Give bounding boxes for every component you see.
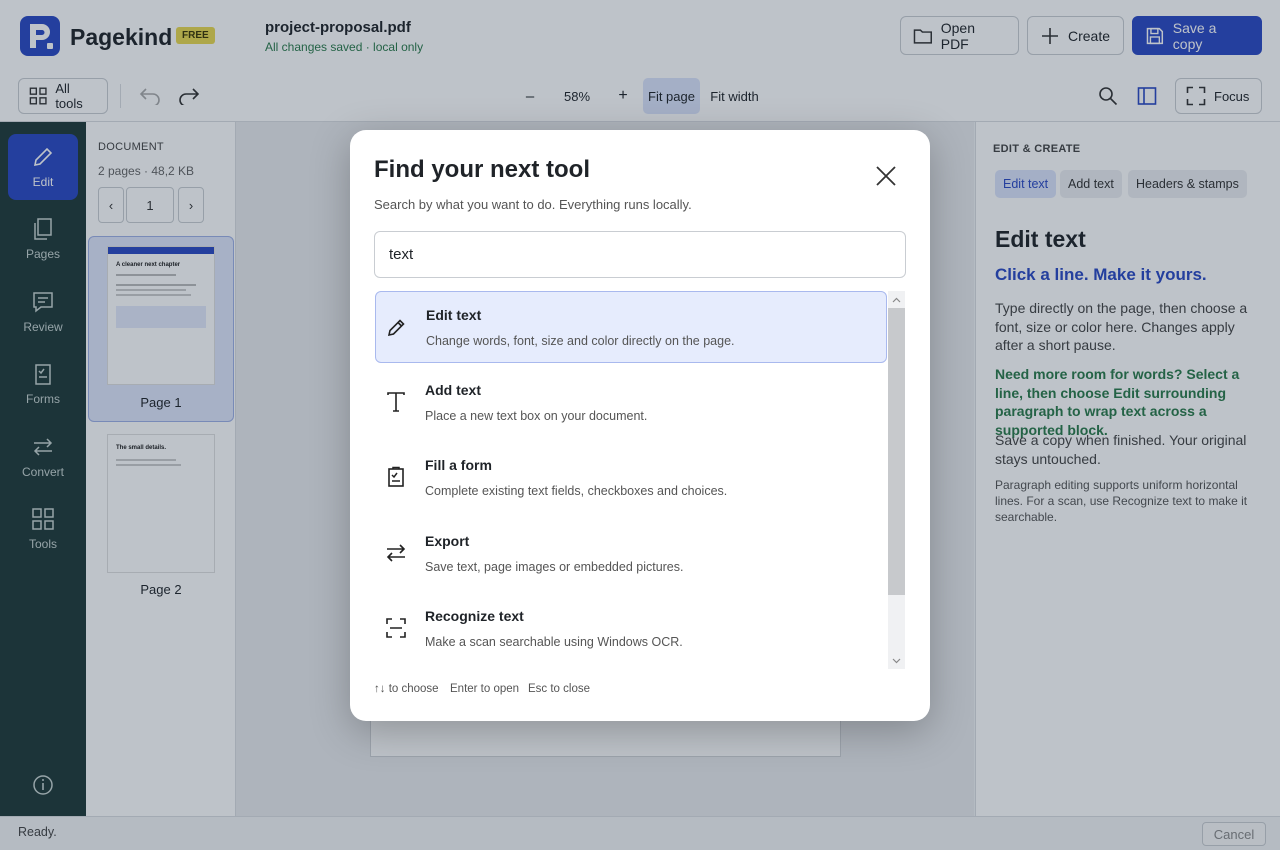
result-description: Complete existing text fields, checkboxe… xyxy=(425,484,728,498)
keyboard-hint-choose: ↑↓ to choose xyxy=(374,683,439,695)
dialog-subtitle: Search by what you want to do. Everythin… xyxy=(374,197,692,212)
result-name: Export xyxy=(425,533,470,549)
text-icon xyxy=(387,392,405,412)
result-description: Save text, page images or embedded pictu… xyxy=(425,560,684,574)
close-icon xyxy=(876,166,896,186)
result-edit-text[interactable]: Edit text Change words, font, size and c… xyxy=(375,291,887,363)
result-name: Recognize text xyxy=(425,608,524,624)
result-name: Edit text xyxy=(426,307,482,323)
keyboard-hint-open: Enter to open xyxy=(450,683,520,695)
scrollbar-thumb[interactable] xyxy=(888,308,905,595)
result-name: Add text xyxy=(425,382,481,398)
chevron-down-icon xyxy=(892,658,901,663)
result-add-text[interactable]: Add text Place a new text box on your do… xyxy=(375,367,887,439)
result-description: Make a scan searchable using Windows OCR… xyxy=(425,635,683,649)
scan-icon xyxy=(386,618,406,638)
result-fill-form[interactable]: Fill a form Complete existing text field… xyxy=(375,442,887,514)
result-export[interactable]: Export Save text, page images or embedde… xyxy=(375,518,887,590)
scroll-down-button[interactable] xyxy=(888,652,905,669)
tool-search-input[interactable] xyxy=(374,231,906,278)
keyboard-hint-close: Esc to close xyxy=(528,683,590,695)
pencil-icon xyxy=(387,319,405,337)
convert-icon xyxy=(386,544,406,562)
result-name: Fill a form xyxy=(425,457,492,473)
dialog-title: Find your next tool xyxy=(374,156,590,183)
form-icon xyxy=(388,466,404,487)
scroll-up-button[interactable] xyxy=(888,291,905,308)
chevron-up-icon xyxy=(892,297,901,302)
result-recognize-text[interactable]: Recognize text Make a scan searchable us… xyxy=(375,593,887,665)
close-button[interactable] xyxy=(870,160,902,192)
result-description: Place a new text box on your document. xyxy=(425,409,648,423)
result-description: Change words, font, size and color direc… xyxy=(426,334,735,348)
